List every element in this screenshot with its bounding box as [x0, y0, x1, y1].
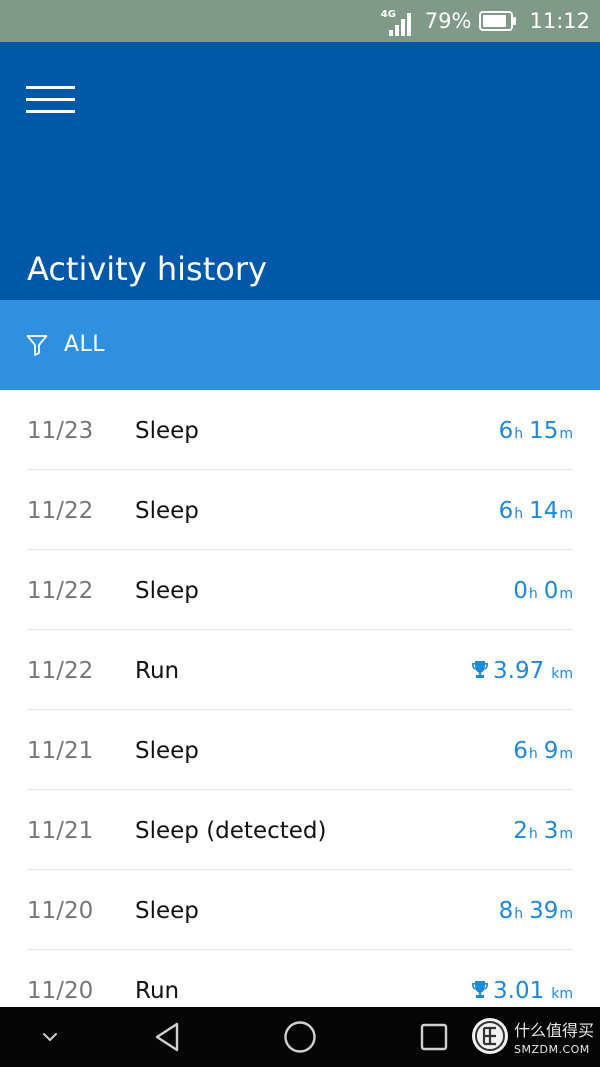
activity-date: 11/22 — [27, 578, 94, 604]
activity-date: 11/20 — [27, 978, 94, 1004]
duration-hours: 8 — [498, 898, 514, 924]
activity-row[interactable]: 11/22 Run 3.97 km — [0, 630, 600, 710]
distance-value: 3.97 — [493, 658, 545, 684]
network-indicator: 4G — [381, 7, 415, 36]
hours-unit: h — [528, 826, 538, 842]
duration-hours: 0 — [513, 578, 528, 604]
activity-date: 11/20 — [27, 898, 94, 924]
watermark: 什么值得买 SMZDM.COM — [470, 1014, 600, 1064]
hours-unit: h — [528, 746, 538, 762]
minutes-unit: m — [559, 746, 573, 762]
minutes-unit: m — [559, 506, 573, 522]
battery-icon — [479, 11, 517, 31]
minutes-unit: m — [559, 586, 573, 602]
minutes-unit: m — [559, 426, 573, 442]
recent-square-icon — [420, 1023, 448, 1051]
duration-hours: 2 — [513, 818, 528, 844]
filter-icon — [26, 335, 48, 356]
activity-date: 11/23 — [27, 418, 94, 444]
watermark-domain: SMZDM.COM — [514, 1043, 590, 1056]
recent-apps-button[interactable] — [412, 1007, 456, 1067]
duration-minutes: 39 — [529, 898, 559, 924]
activity-row[interactable]: 11/20 Sleep 8 h 39 m — [0, 870, 600, 950]
duration-minutes: 15 — [529, 418, 559, 444]
page-title: Activity history — [27, 250, 267, 289]
signal-icon — [388, 13, 411, 36]
activity-duration: 6 h 15 m — [499, 416, 573, 449]
hours-unit: h — [514, 506, 524, 522]
activity-row[interactable]: 11/21 Sleep 6h9m — [0, 710, 600, 790]
duration-hours: 6 — [498, 418, 514, 444]
activity-row[interactable]: 11/21 Sleep (detected) 2h3m — [0, 790, 600, 870]
activity-type: Run — [135, 658, 180, 684]
minutes-unit: m — [559, 906, 573, 922]
duration-minutes: 9 — [543, 738, 559, 764]
hamburger-icon-line — [26, 86, 75, 89]
duration-hours: 6 — [513, 738, 528, 764]
activity-type: Sleep — [135, 738, 199, 764]
activity-date: 11/21 — [27, 818, 94, 844]
activity-distance: 3.97 km — [471, 656, 573, 689]
activity-date: 11/22 — [27, 498, 94, 524]
trophy-icon — [472, 981, 489, 998]
activity-type: Run — [135, 978, 180, 1004]
activity-duration: 6h9m — [513, 736, 573, 769]
distance-unit: km — [551, 986, 573, 1002]
activity-duration: 0h0m — [513, 576, 573, 609]
back-triangle-icon — [155, 1022, 179, 1052]
hamburger-icon-line — [26, 110, 75, 113]
activity-duration: 6 h 14 m — [499, 496, 573, 529]
activity-row[interactable]: 11/20 Run 3.01 km — [0, 950, 600, 1007]
hours-unit: h — [514, 426, 524, 442]
activity-type: Sleep — [135, 418, 199, 444]
app-header: Activity history — [0, 42, 600, 300]
activity-distance: 3.01 km — [471, 976, 573, 1007]
activity-row[interactable]: 11/22 Sleep 6 h 14 m — [0, 470, 600, 550]
hide-nav-button[interactable] — [30, 1007, 70, 1067]
duration-hours: 6 — [498, 498, 514, 524]
activity-date: 11/21 — [27, 738, 94, 764]
activity-type: Sleep (detected) — [135, 818, 327, 844]
distance-unit: km — [551, 666, 573, 682]
minutes-unit: m — [559, 826, 573, 842]
filter-label: ALL — [64, 332, 106, 357]
watermark-logo-icon — [472, 1018, 508, 1054]
activity-duration: 2h3m — [513, 816, 573, 849]
battery-percent: 79% — [424, 9, 472, 33]
status-indicators: 4G 79% 11:12 — [381, 0, 590, 42]
activity-row[interactable]: 11/23 Sleep 6 h 15 m — [0, 390, 600, 470]
hours-unit: h — [514, 906, 524, 922]
distance-value: 3.01 — [493, 978, 545, 1004]
chevron-down-icon — [43, 1033, 57, 1041]
hamburger-menu-button[interactable] — [26, 86, 76, 114]
watermark-text: 什么值得买 — [514, 1021, 595, 1040]
activity-date: 11/22 — [27, 658, 94, 684]
duration-minutes: 0 — [543, 578, 559, 604]
home-button[interactable] — [278, 1007, 322, 1067]
activity-row[interactable]: 11/22 Sleep 0h0m — [0, 550, 600, 630]
trophy-icon — [472, 661, 489, 678]
hours-unit: h — [528, 586, 538, 602]
activity-duration: 8 h 39 m — [499, 896, 573, 929]
filter-button[interactable]: ALL — [0, 300, 600, 390]
duration-minutes: 3 — [543, 818, 559, 844]
activity-list[interactable]: 11/23 Sleep 6 h 15 m 11/22 Sleep 6 h 14 m 11/2… — [0, 390, 600, 1007]
activity-type: Sleep — [135, 898, 199, 924]
activity-type: Sleep — [135, 578, 199, 604]
duration-minutes: 14 — [529, 498, 559, 524]
activity-type: Sleep — [135, 498, 199, 524]
status-bar: 4G 79% 11:12 — [0, 0, 600, 42]
home-circle-icon — [284, 1021, 316, 1053]
back-button[interactable] — [145, 1007, 189, 1067]
clock: 11:12 — [529, 9, 590, 33]
hamburger-icon-line — [26, 98, 75, 101]
